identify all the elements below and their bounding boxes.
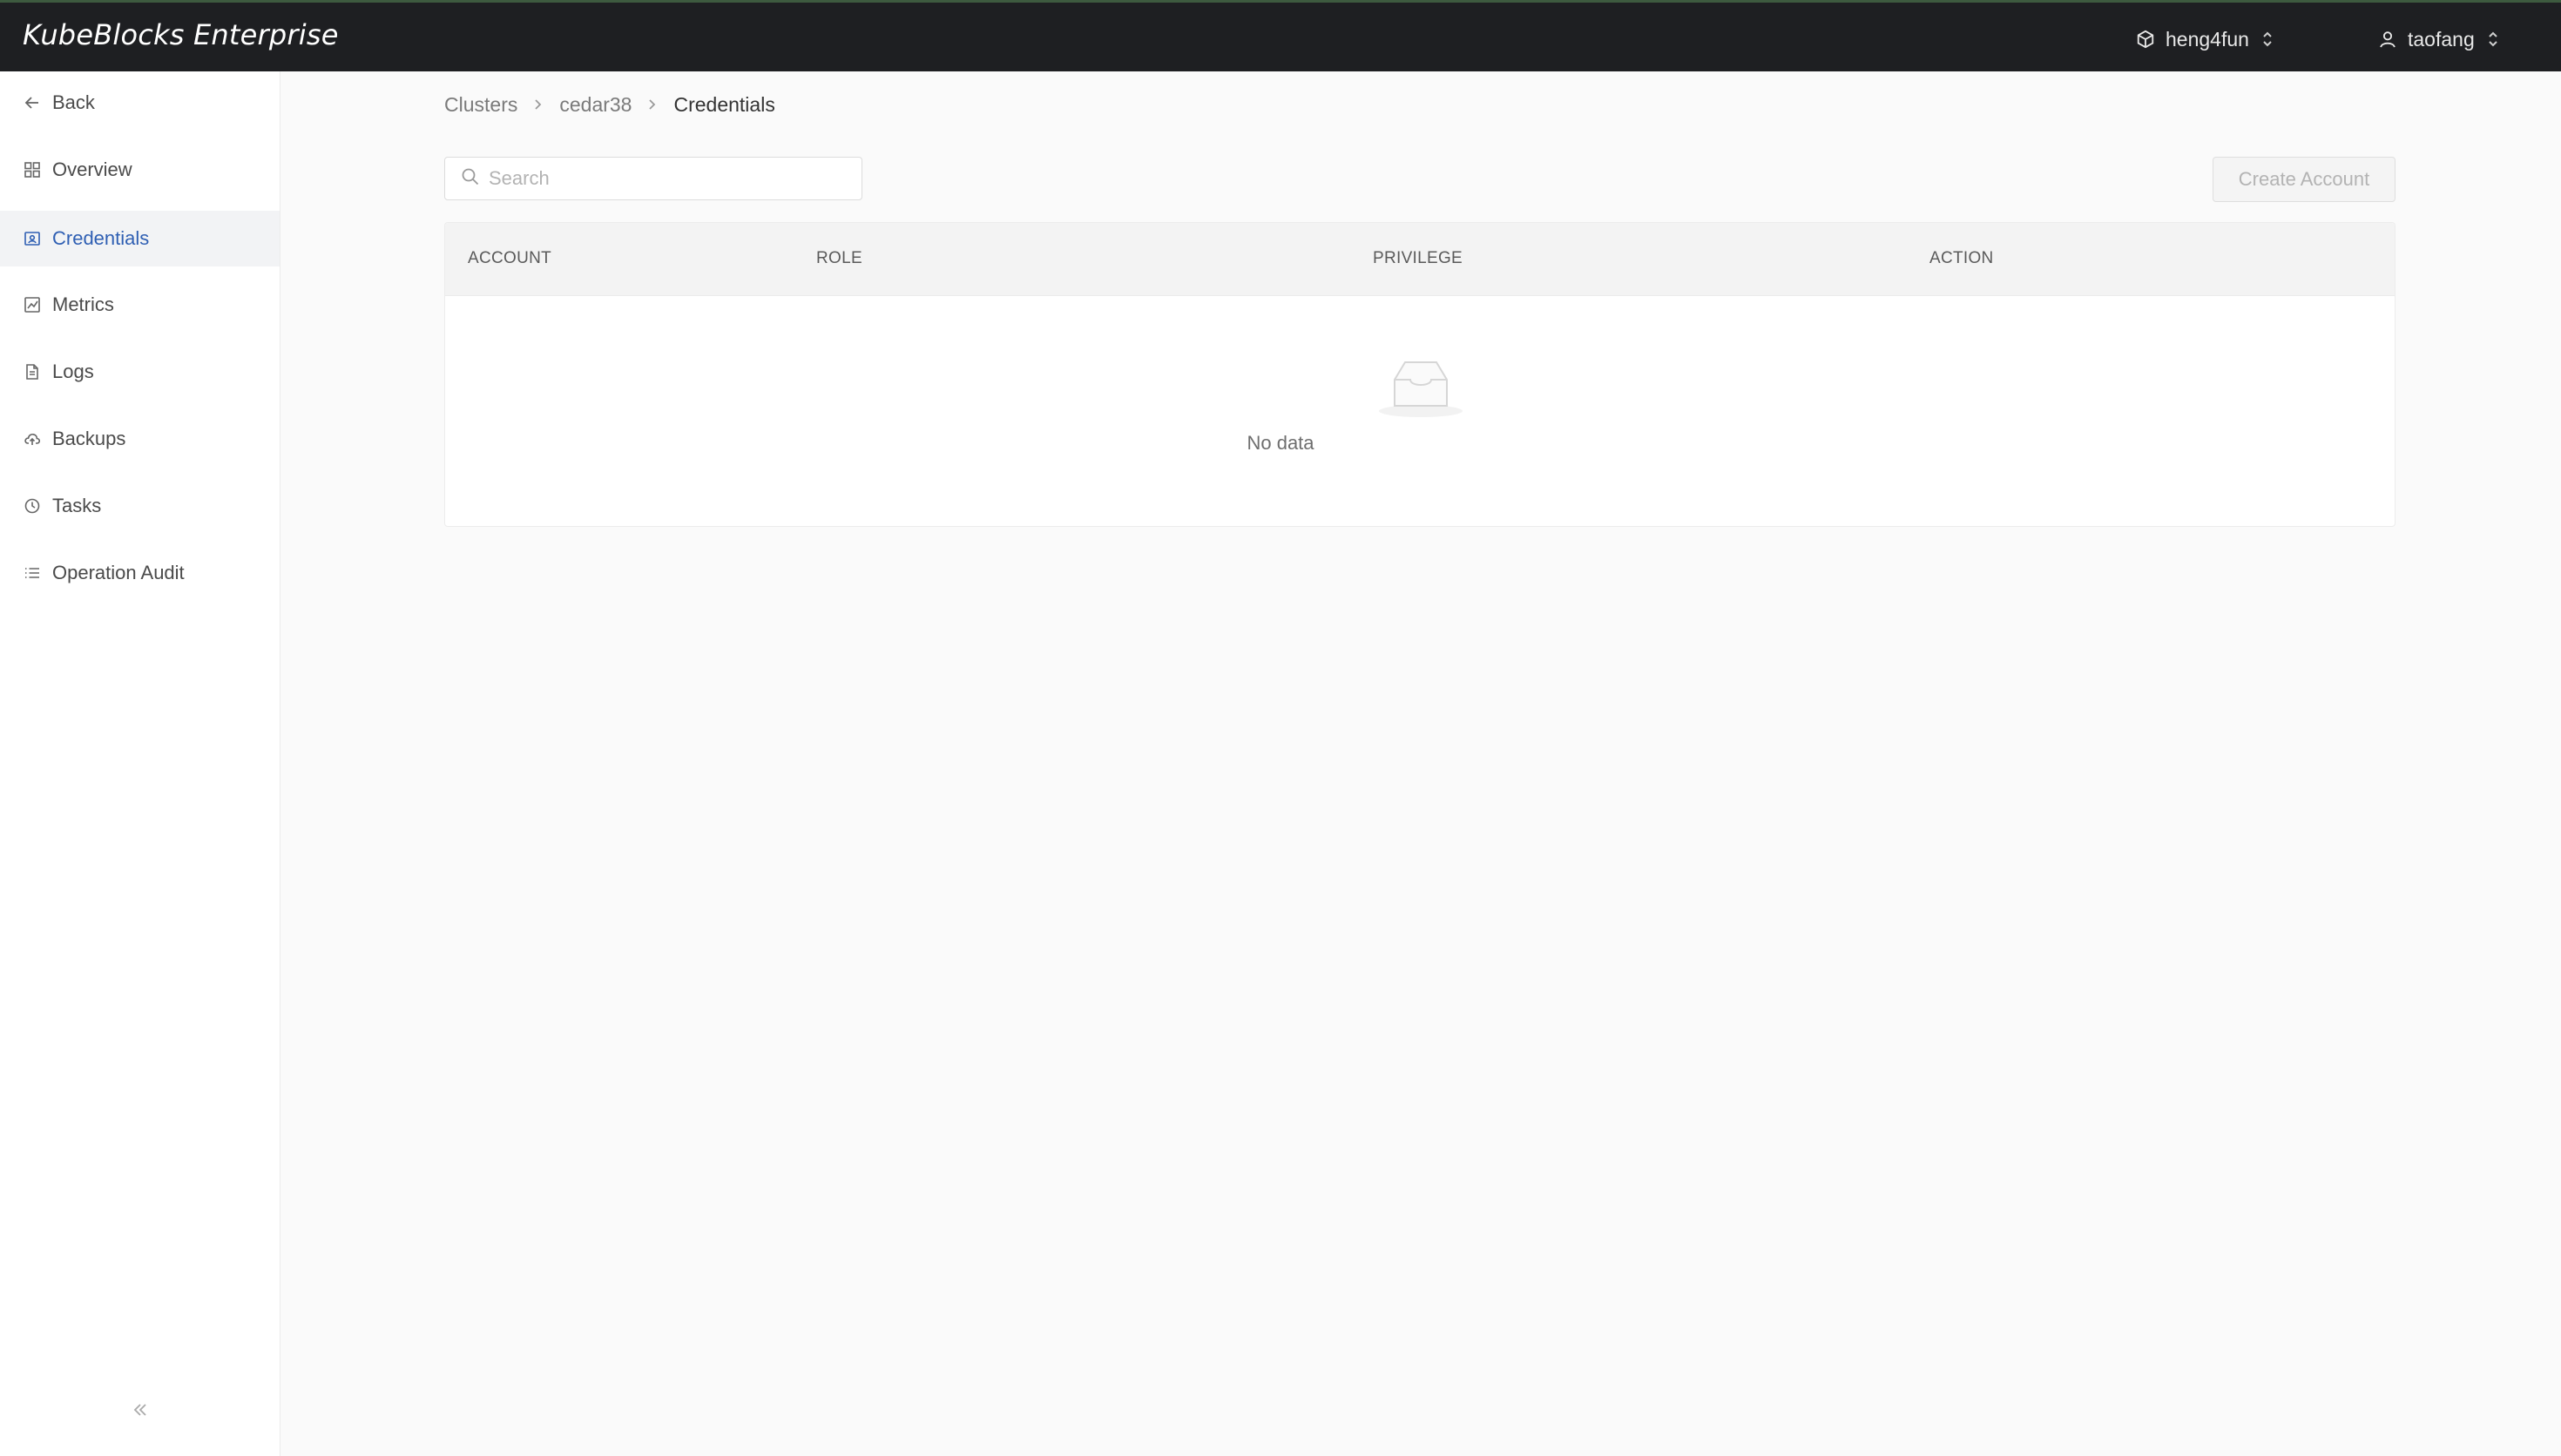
chevron-updown-icon — [2261, 29, 2274, 50]
column-header-role: ROLE — [816, 249, 862, 267]
double-chevron-left-icon — [130, 1399, 151, 1425]
app-title: KubeBlocks Enterprise — [23, 18, 339, 51]
sidebar-item-overview[interactable]: Overview — [0, 142, 280, 198]
sidebar-item-credentials[interactable]: Credentials — [0, 211, 280, 266]
column-header-action: ACTION — [1929, 249, 1994, 267]
chevron-right-icon — [647, 98, 658, 111]
breadcrumb-current: Credentials — [673, 92, 775, 116]
search-input[interactable] — [489, 167, 855, 190]
org-name: heng4fun — [2166, 27, 2249, 51]
list-icon — [23, 563, 42, 583]
search-icon — [461, 167, 480, 191]
sidebar-item-tasks[interactable]: Tasks — [0, 478, 280, 534]
sidebar-item-operation-audit[interactable]: Operation Audit — [0, 545, 280, 601]
chart-icon — [23, 295, 42, 314]
grid-icon — [23, 160, 42, 179]
chevron-updown-icon — [2487, 29, 2499, 50]
sidebar-item-label: Credentials — [52, 227, 150, 249]
breadcrumb-cluster[interactable]: cedar38 — [559, 93, 632, 117]
org-cube-icon — [2136, 30, 2155, 49]
user-menu[interactable]: taofang — [2378, 22, 2499, 57]
chevron-right-icon — [533, 98, 544, 111]
top-bar: KubeBlocks Enterprise heng4fun taofang — [0, 0, 2561, 71]
empty-inbox-icon — [1375, 357, 1466, 424]
sidebar: Back Overview Credentials Metrics Logs B… — [0, 71, 280, 1456]
sidebar-item-label: Tasks — [52, 495, 102, 516]
create-account-button[interactable]: Create Account — [2213, 157, 2395, 202]
empty-state — [445, 296, 2395, 526]
user-name: taofang — [2408, 27, 2475, 51]
sidebar-item-label: Metrics — [52, 293, 114, 315]
search-box — [444, 157, 862, 200]
sidebar-item-label: Overview — [52, 158, 132, 180]
collapse-sidebar-button[interactable] — [127, 1399, 153, 1425]
arrow-left-icon — [23, 93, 42, 112]
accounts-table: ACCOUNT ROLE PRIVILEGE ACTION — [444, 222, 2395, 527]
org-switcher[interactable]: heng4fun — [2136, 22, 2274, 57]
sidebar-item-label: Logs — [52, 361, 94, 382]
breadcrumb-clusters[interactable]: Clusters — [444, 93, 517, 117]
sidebar-item-metrics[interactable]: Metrics — [0, 277, 280, 333]
clock-icon — [23, 496, 42, 516]
sidebar-item-logs[interactable]: Logs — [0, 344, 280, 400]
document-icon — [23, 362, 42, 381]
user-icon — [2378, 30, 2397, 49]
column-header-privilege: PRIVILEGE — [1373, 249, 1463, 267]
key-card-icon — [23, 229, 42, 248]
sidebar-item-label: Operation Audit — [52, 562, 185, 583]
sidebar-item-back[interactable]: Back — [0, 75, 280, 131]
column-header-account: ACCOUNT — [468, 249, 552, 267]
breadcrumb: Clusters cedar38 Credentials — [444, 91, 775, 118]
table-header: ACCOUNT ROLE PRIVILEGE ACTION — [445, 223, 2395, 296]
empty-text: No data — [1247, 432, 1314, 454]
sidebar-item-label: Back — [52, 91, 95, 113]
